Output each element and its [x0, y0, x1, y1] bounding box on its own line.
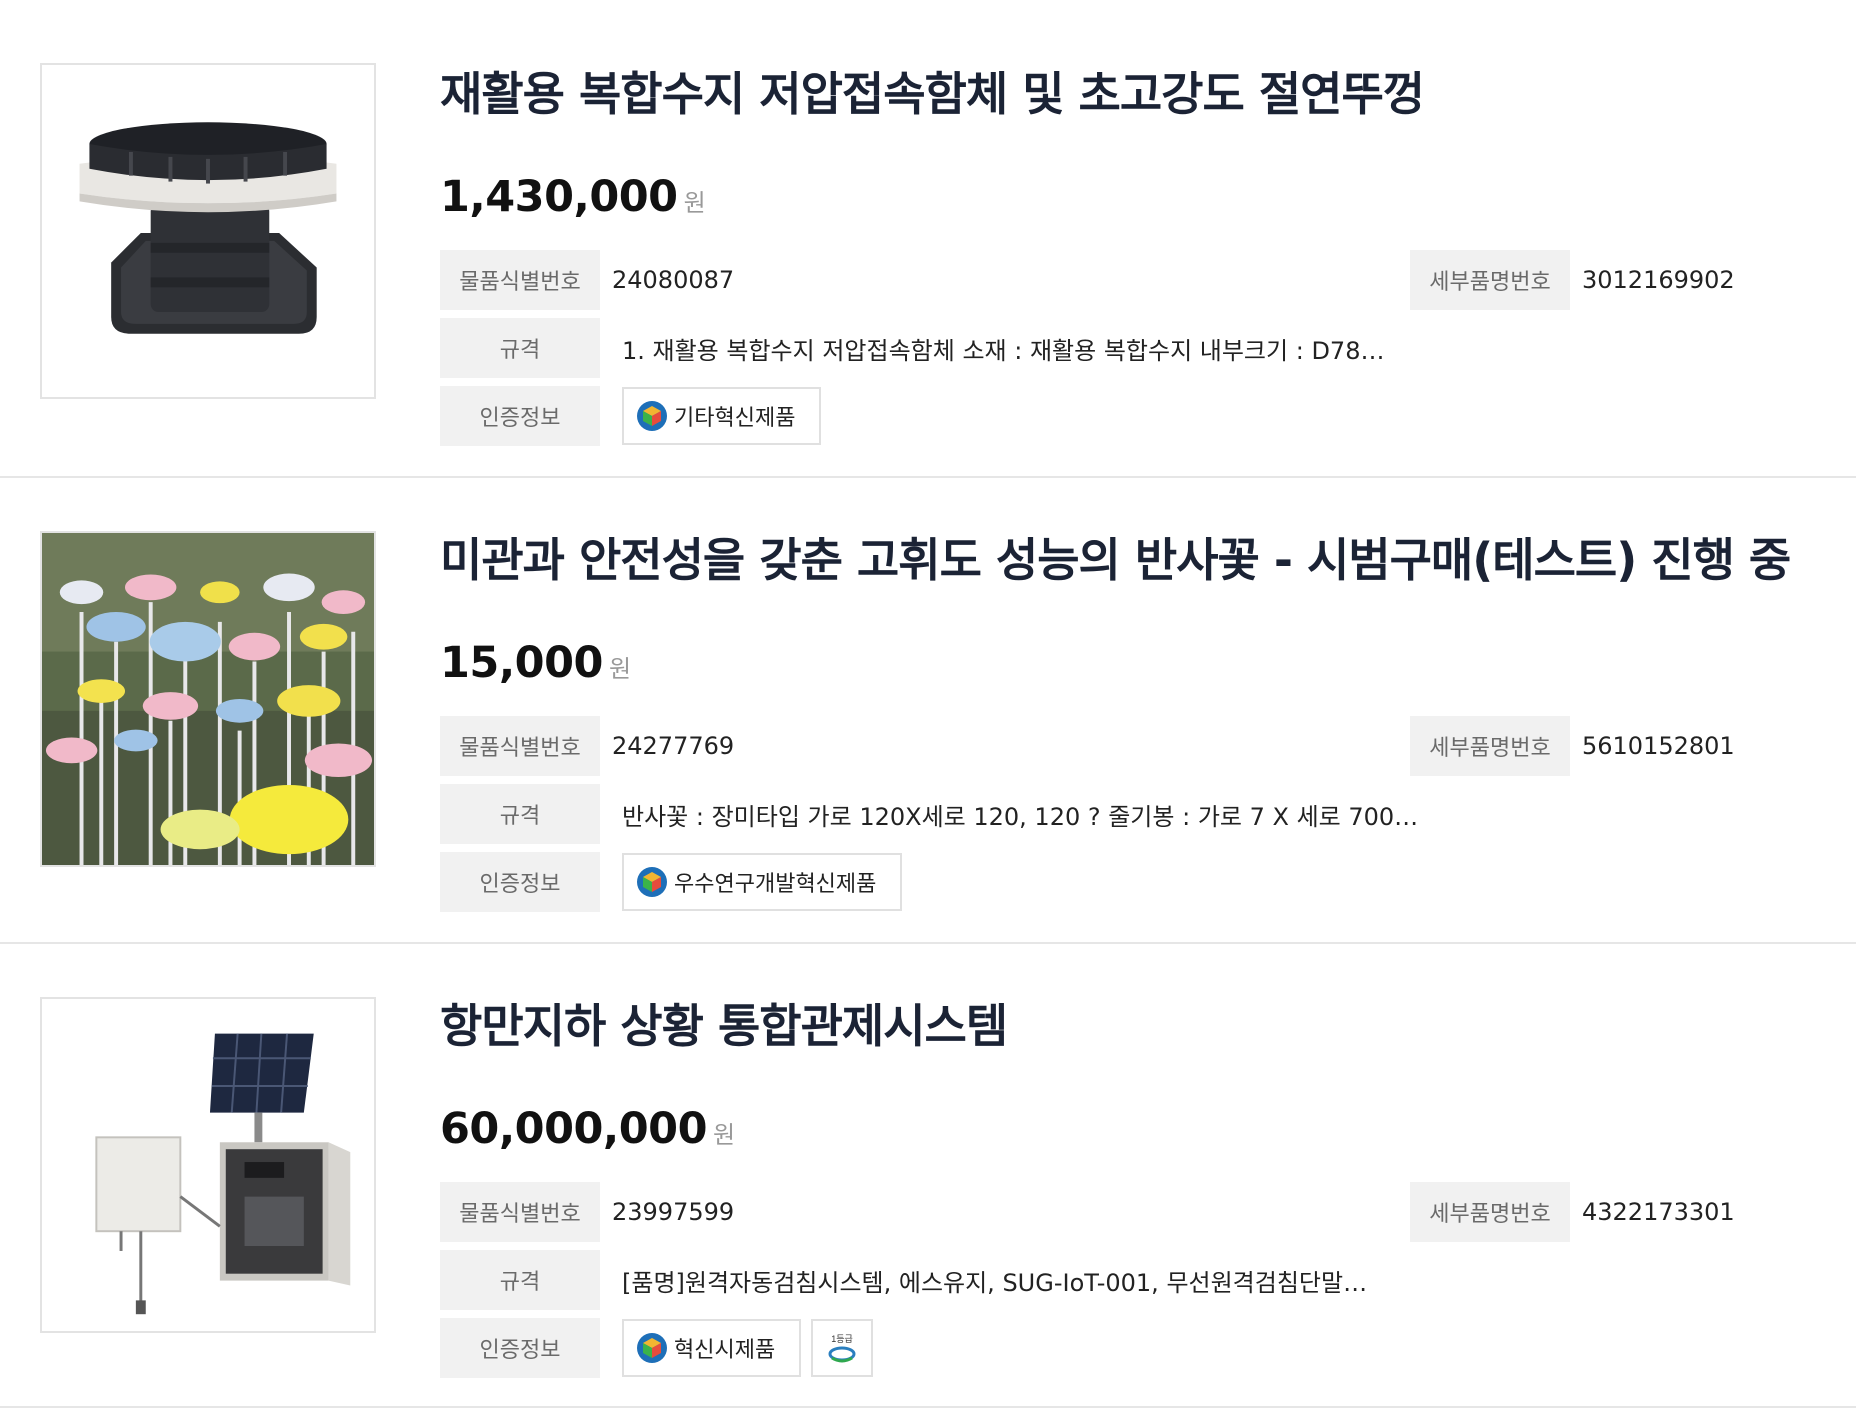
cert-label: 인증정보: [440, 1318, 600, 1378]
cert-row: 인증정보 우수연구개발혁신제품: [440, 852, 903, 912]
product-price: 15,000: [440, 638, 603, 688]
cert-badge[interactable]: 기타혁신제품: [622, 387, 822, 445]
item-id-value: 24080087: [612, 266, 735, 294]
item-id-row: 물품식별번호 24277769: [440, 716, 734, 776]
product-title[interactable]: 미관과 안전성을 갖춘 고휘도 성능의 반사꽃 - 시범구매(테스트) 진행 중: [440, 524, 1791, 590]
product-item: 항만지하 상황 통합관제시스템 60,000,000 원 물품식별번호 23997…: [0, 944, 1856, 1408]
spec-value: 1. 재활용 복합수지 저압접속함체 소재 : 재활용 복합수지 내부크기 : …: [622, 336, 1385, 365]
product-item: 미관과 안전성을 갖춘 고휘도 성능의 반사꽃 - 시범구매(테스트) 진행 중…: [0, 478, 1856, 944]
spec-row: 규격 1. 재활용 복합수지 저압접속함체 소재 : 재활용 복합수지 내부크기…: [440, 318, 1384, 378]
cert-badge-label: 혁신시제품: [674, 1338, 776, 1363]
spec-value: [품명]원격자동검침시스템, 에스유지, SUG-IoT-001, 무선원격검침…: [622, 1268, 1368, 1297]
detail-no-value: 3012169902: [1582, 266, 1735, 294]
currency-unit: 원: [683, 189, 706, 217]
spec-value: 반사꽃 : 장미타입 가로 120X세로 120, 120 ? 줄기봉 : 가로…: [622, 802, 1419, 831]
product-title[interactable]: 항만지하 상황 통합관제시스템: [440, 990, 1008, 1056]
product-item: 재활용 복합수지 저압접속함체 및 초고강도 절연뚜껑 1,430,000 원 물…: [0, 0, 1856, 478]
cert-label: 인증정보: [440, 386, 600, 446]
product-price: 60,000,000: [440, 1104, 708, 1154]
detail-no-label: 세부품명번호: [1410, 250, 1570, 310]
innovation-cube-icon: [637, 401, 667, 431]
cert-label: 인증정보: [440, 852, 600, 912]
cert-badge-label: 기타혁신제품: [674, 406, 796, 431]
cert-badge[interactable]: 우수연구개발혁신제품: [622, 853, 903, 911]
item-id-label: 물품식별번호: [440, 716, 600, 776]
junction-box-image: [42, 65, 374, 397]
product-title[interactable]: 재활용 복합수지 저압접속함체 및 초고강도 절연뚜껑: [440, 58, 1425, 124]
grade-badge-text: 1등급: [831, 1334, 853, 1344]
detail-no-value: 5610152801: [1582, 732, 1735, 760]
reflective-flowers-image: [42, 533, 374, 865]
item-id-label: 물품식별번호: [440, 250, 600, 310]
energy-grade-cert-icon[interactable]: 1등급: [811, 1319, 874, 1377]
grade-badge-icon: 1등급: [828, 1334, 856, 1363]
spec-row: 규격 반사꽃 : 장미타입 가로 120X세로 120, 120 ? 줄기봉 :…: [440, 784, 1418, 844]
product-price: 1,430,000: [440, 172, 678, 222]
spec-label: 규격: [440, 318, 600, 378]
detail-no-row: 세부품명번호 5610152801: [1410, 716, 1735, 776]
spec-label: 규격: [440, 1250, 600, 1310]
item-id-label: 물품식별번호: [440, 1182, 600, 1242]
price-row: 1,430,000 원: [440, 172, 706, 222]
cert-badge[interactable]: 혁신시제품: [622, 1319, 802, 1377]
currency-unit: 원: [608, 655, 632, 683]
detail-no-value: 4322173301: [1582, 1198, 1735, 1226]
cert-row: 인증정보 혁신시제품 1등급: [440, 1318, 874, 1378]
spec-label: 규격: [440, 784, 600, 844]
detail-no-row: 세부품명번호 4322173301: [1410, 1182, 1735, 1242]
spec-row: 규격 [품명]원격자동검침시스템, 에스유지, SUG-IoT-001, 무선원…: [440, 1250, 1367, 1310]
cert-badge-label: 우수연구개발혁신제품: [674, 872, 877, 897]
product-thumbnail[interactable]: [40, 997, 376, 1333]
detail-no-row: 세부품명번호 3012169902: [1410, 250, 1735, 310]
product-thumbnail[interactable]: [40, 531, 376, 867]
price-row: 15,000 원: [440, 638, 631, 688]
item-id-value: 23997599: [612, 1198, 735, 1226]
currency-unit: 원: [713, 1121, 736, 1149]
item-id-row: 물품식별번호 24080087: [440, 250, 734, 310]
product-list: 재활용 복합수지 저압접속함체 및 초고강도 절연뚜껑 1,430,000 원 물…: [0, 0, 1856, 1408]
control-cabinet-image: [42, 999, 374, 1331]
cert-row: 인증정보 기타혁신제품: [440, 386, 822, 446]
item-id-row: 물품식별번호 23997599: [440, 1182, 734, 1242]
detail-no-label: 세부품명번호: [1410, 716, 1570, 776]
item-id-value: 24277769: [612, 732, 735, 760]
price-row: 60,000,000 원: [440, 1104, 735, 1154]
innovation-cube-icon: [637, 867, 667, 897]
product-thumbnail[interactable]: [40, 63, 376, 399]
innovation-cube-icon: [637, 1333, 667, 1363]
detail-no-label: 세부품명번호: [1410, 1182, 1570, 1242]
